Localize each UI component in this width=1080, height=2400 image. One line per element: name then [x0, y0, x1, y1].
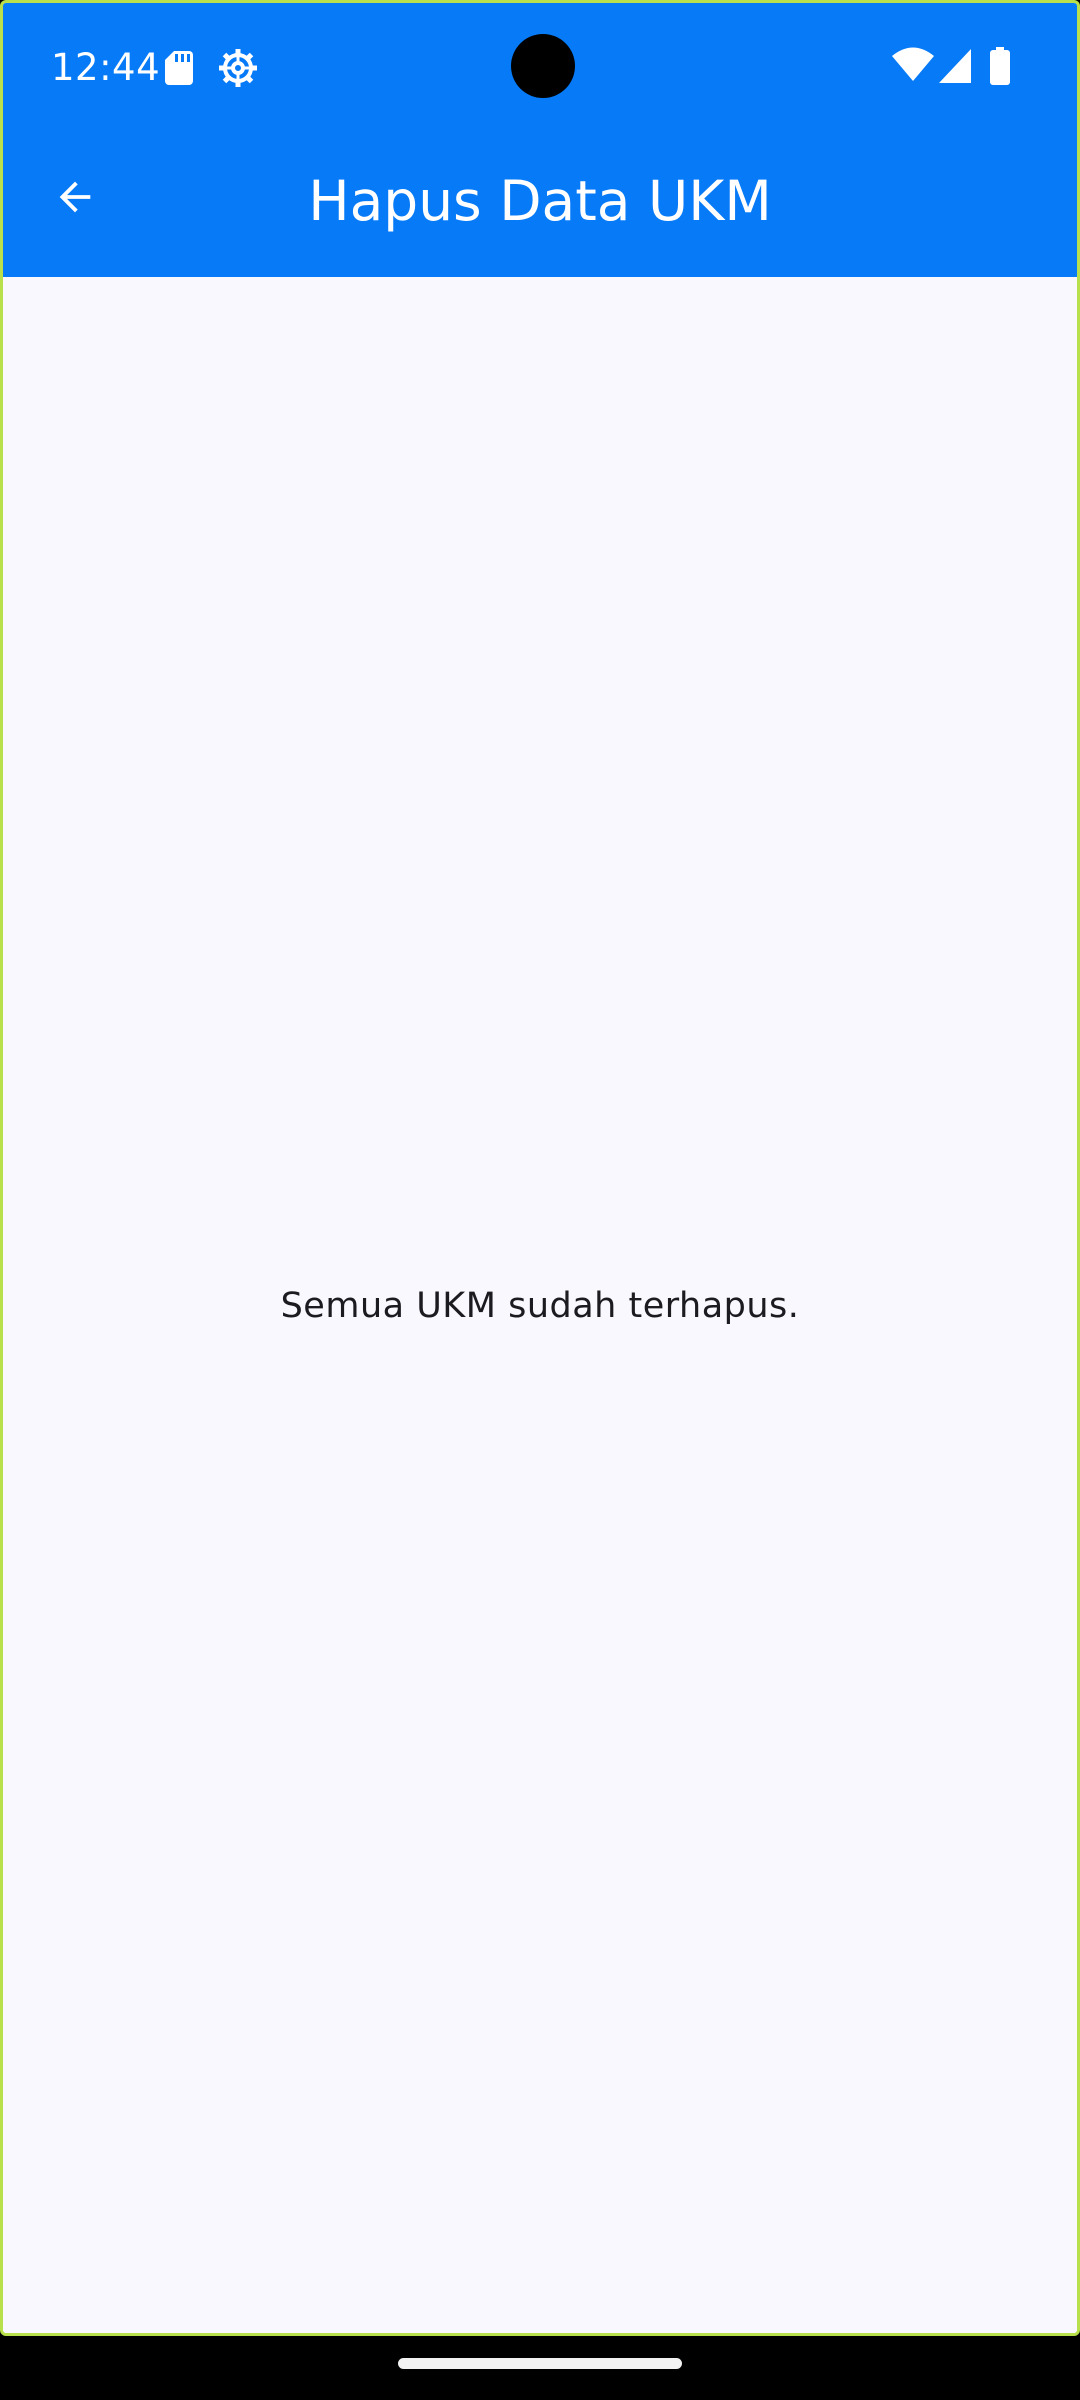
page-title: Hapus Data UKM	[308, 169, 772, 233]
app-bar: Hapus Data UKM	[3, 131, 1077, 277]
wifi-icon	[892, 47, 934, 81]
gear-icon	[219, 49, 257, 87]
screen: 12:44 Hapus Data UKM Semua UKM sudah ter…	[0, 0, 1080, 2400]
empty-state-message: Semua UKM sudah terhapus.	[280, 1286, 800, 1326]
app-window: 12:44 Hapus Data UKM Semua UKM sudah ter…	[0, 0, 1080, 2336]
home-handle[interactable]	[398, 2358, 682, 2369]
battery-icon	[990, 47, 1010, 85]
signal-icon	[939, 49, 971, 83]
camera-cutout	[511, 34, 575, 98]
navigation-bar	[0, 2336, 1080, 2400]
sd-card-icon	[165, 51, 193, 85]
status-bar: 12:44	[3, 3, 1077, 131]
main-content: Semua UKM sudah terhapus.	[3, 277, 1077, 2333]
status-time: 12:44	[51, 46, 161, 89]
